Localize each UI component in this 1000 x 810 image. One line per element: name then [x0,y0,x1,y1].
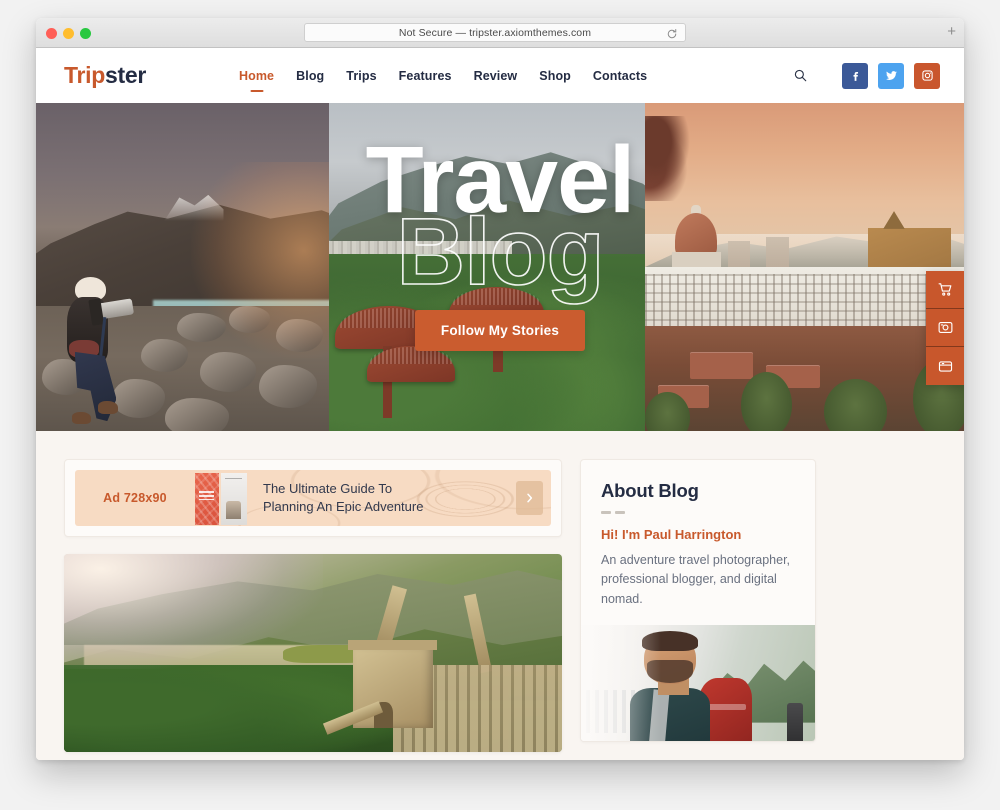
header-actions [790,62,940,89]
nav-item-trips[interactable]: Trips [346,65,376,87]
about-blog-title: About Blog [601,480,699,501]
facebook-icon[interactable] [842,62,868,89]
cart-icon[interactable] [926,271,964,309]
window-icon[interactable] [926,347,964,385]
ad-card: Ad 728x90 The Ultimate Guide To Planning… [64,459,562,537]
nav-item-home[interactable]: Home [239,65,274,87]
logo-part-primary: Trip [64,62,105,88]
close-window-button[interactable] [46,28,57,39]
about-author-name: Hi! I'm Paul Harrington [601,527,742,542]
duomo-dome [671,204,722,271]
floating-side-rail [926,271,964,385]
instagram-icon[interactable] [914,62,940,89]
nav-item-blog[interactable]: Blog [296,65,324,87]
site-header: Tripster Home Blog Trips Features Review… [36,48,964,103]
address-bar[interactable]: Not Secure — tripster.axiomthemes.com [304,23,686,42]
hero-image-photographer [36,103,329,431]
site-logo[interactable]: Tripster [64,62,146,89]
sidebar-column: About Blog Hi! I'm Paul Harrington An ad… [580,459,816,760]
main-navigation: Home Blog Trips Features Review Shop Con… [239,65,647,87]
address-bar-text: Not Secure — tripster.axiomthemes.com [398,26,592,39]
nav-item-review[interactable]: Review [474,65,518,87]
ad-book-image [195,470,251,526]
title-divider [601,511,795,514]
nav-item-features[interactable]: Features [399,65,452,87]
window-traffic-lights [46,28,91,39]
hero-section: Travel Blog Follow My Stories [36,103,964,431]
browser-titlebar: Not Secure — tripster.axiomthemes.com + [36,18,964,48]
twitter-icon[interactable] [878,62,904,89]
search-icon[interactable] [790,66,810,86]
about-description: An adventure travel photographer, profes… [601,553,791,606]
ad-banner[interactable]: Ad 728x90 The Ultimate Guide To Planning… [75,470,551,526]
gallery-icon[interactable] [926,309,964,347]
main-column: Ad 728x90 The Ultimate Guide To Planning… [64,459,562,760]
content-area: Ad 728x90 The Ultimate Guide To Planning… [36,431,964,760]
nav-item-contacts[interactable]: Contacts [593,65,647,87]
post-featured-image[interactable] [64,554,562,752]
about-blog-widget: About Blog Hi! I'm Paul Harrington An ad… [580,459,816,742]
author-photo [581,625,815,741]
follow-my-stories-button[interactable]: Follow My Stories [414,309,586,351]
ad-headline-line1: The Ultimate Guide To [263,481,393,497]
ad-headline: The Ultimate Guide To Planning An Epic A… [251,480,516,516]
nav-item-shop[interactable]: Shop [539,65,571,87]
reload-icon[interactable] [666,27,678,39]
new-tab-button[interactable]: + [947,24,956,39]
browser-window: Not Secure — tripster.axiomthemes.com + … [36,18,964,760]
ad-size-label: Ad 728x90 [103,491,167,505]
page-viewport: Tripster Home Blog Trips Features Review… [36,48,964,760]
hero-image-florence [645,103,964,431]
hero-image-temple [329,103,645,431]
minimize-window-button[interactable] [63,28,74,39]
chevron-right-icon[interactable] [516,481,543,515]
logo-part-secondary: ster [104,62,146,88]
ad-headline-line2: Planning An Epic Adventure [263,499,424,514]
zoom-window-button[interactable] [80,28,91,39]
